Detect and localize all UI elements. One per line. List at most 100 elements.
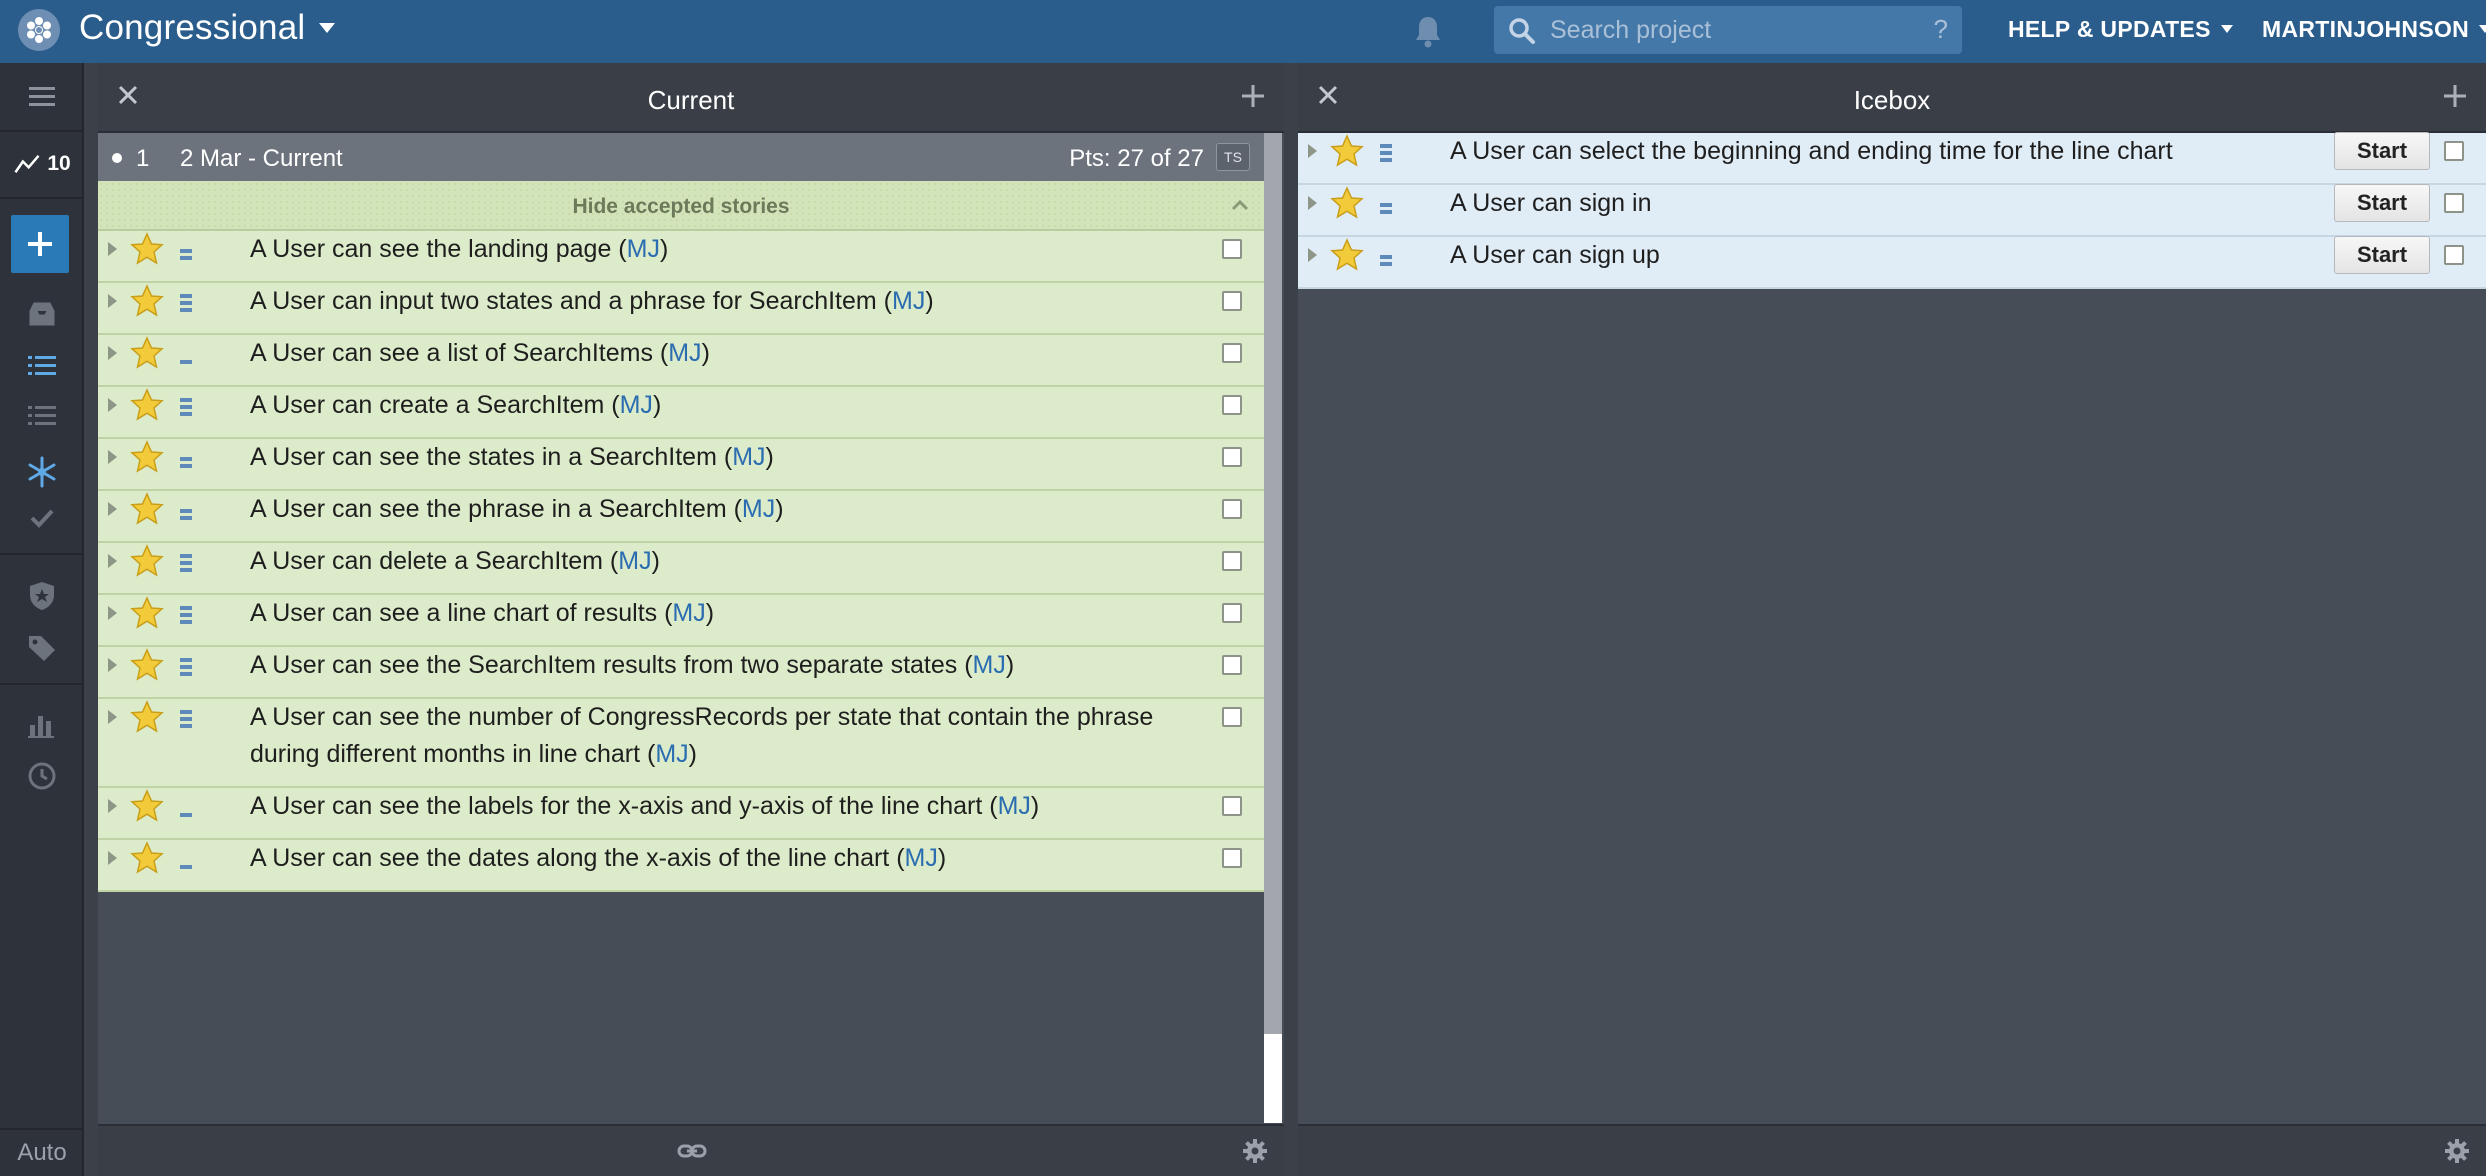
story-owner-initials[interactable]: MJ xyxy=(627,235,660,263)
team-strength-button[interactable]: TS xyxy=(1216,143,1250,171)
history-icon[interactable] xyxy=(0,749,84,803)
story-row[interactable]: A User can see the SearchItem results fr… xyxy=(98,647,1264,699)
start-button[interactable]: Start xyxy=(2334,132,2430,170)
story-row[interactable]: A User can see the number of CongressRec… xyxy=(98,699,1264,788)
link-icon[interactable] xyxy=(677,1140,707,1162)
bell-icon[interactable] xyxy=(1412,14,1444,50)
epics-icon[interactable] xyxy=(0,569,84,623)
story-owner-initials[interactable]: MJ xyxy=(668,339,701,367)
select-checkbox[interactable] xyxy=(2444,245,2464,265)
scrollbar-thumb[interactable] xyxy=(1264,133,1282,1034)
select-checkbox[interactable] xyxy=(1222,603,1242,623)
select-checkbox[interactable] xyxy=(1222,655,1242,675)
backlog-icon[interactable] xyxy=(0,389,84,443)
story-row[interactable]: A User can see a list of SearchItems (MJ… xyxy=(98,335,1264,387)
done-icon[interactable] xyxy=(0,491,84,545)
select-checkbox[interactable] xyxy=(1222,239,1242,259)
current-panel: Current 1 2 Mar - Current Pts: 27 of 27 … xyxy=(98,63,1284,1176)
expand-arrow-icon[interactable] xyxy=(108,398,117,412)
select-checkbox[interactable] xyxy=(1222,447,1242,467)
iteration-header[interactable]: 1 2 Mar - Current Pts: 27 of 27 TS xyxy=(98,133,1264,181)
story-row[interactable]: A User can sign up Start xyxy=(1298,236,2486,289)
my-work-icon[interactable] xyxy=(0,287,84,341)
story-title: A User can select the beginning and endi… xyxy=(1450,133,2306,170)
add-story-button[interactable] xyxy=(11,215,69,273)
expand-arrow-icon[interactable] xyxy=(108,294,117,308)
story-owner-initials[interactable]: MJ xyxy=(742,495,775,523)
expand-arrow-icon[interactable] xyxy=(108,799,117,813)
select-checkbox[interactable] xyxy=(1222,291,1242,311)
panel-title: Current xyxy=(647,85,735,115)
search-help-icon[interactable]: ? xyxy=(1934,14,1948,45)
select-checkbox[interactable] xyxy=(1222,499,1242,519)
story-row[interactable]: A User can see the phrase in a SearchIte… xyxy=(98,491,1264,543)
story-owner-initials[interactable]: MJ xyxy=(655,740,688,768)
expand-arrow-icon[interactable] xyxy=(108,658,117,672)
expand-arrow-icon[interactable] xyxy=(108,242,117,256)
select-checkbox[interactable] xyxy=(1222,707,1242,727)
story-title-suffix: ) xyxy=(765,443,774,471)
story-owner-initials[interactable]: MJ xyxy=(618,547,651,575)
help-updates-menu[interactable]: HELP & UPDATES xyxy=(2008,16,2233,43)
gear-icon[interactable] xyxy=(2444,1138,2470,1164)
story-owner-initials[interactable]: MJ xyxy=(998,792,1031,820)
expand-arrow-icon[interactable] xyxy=(108,450,117,464)
labels-icon[interactable] xyxy=(0,621,84,675)
user-menu[interactable]: MARTINJOHNSON xyxy=(2262,16,2486,43)
select-checkbox[interactable] xyxy=(2444,141,2464,161)
expand-arrow-icon[interactable] xyxy=(1308,196,1317,210)
story-owner-initials[interactable]: MJ xyxy=(905,844,938,872)
feature-star-icon xyxy=(1330,238,1364,272)
expand-arrow-icon[interactable] xyxy=(1308,248,1317,262)
feature-star-icon xyxy=(130,284,164,318)
auto-mode-toggle[interactable]: Auto xyxy=(0,1128,84,1176)
story-row[interactable]: A User can sign in Start xyxy=(1298,184,2486,237)
story-row[interactable]: A User can input two states and a phrase… xyxy=(98,283,1264,335)
story-owner-initials[interactable]: MJ xyxy=(973,651,1006,679)
select-checkbox[interactable] xyxy=(1222,343,1242,363)
expand-arrow-icon[interactable] xyxy=(108,851,117,865)
current-backlog-icon[interactable] xyxy=(0,339,84,393)
story-row[interactable]: A User can delete a SearchItem (MJ) xyxy=(98,543,1264,595)
start-button[interactable]: Start xyxy=(2334,236,2430,274)
story-title-suffix: ) xyxy=(775,495,784,523)
story-row[interactable]: A User can select the beginning and endi… xyxy=(1298,132,2486,185)
reports-icon[interactable] xyxy=(0,697,84,751)
story-owner-initials[interactable]: MJ xyxy=(892,287,925,315)
story-owner-initials[interactable]: MJ xyxy=(620,391,653,419)
expand-arrow-icon[interactable] xyxy=(108,346,117,360)
expand-arrow-icon[interactable] xyxy=(108,606,117,620)
menu-icon[interactable] xyxy=(0,70,84,124)
story-row[interactable]: A User can see the labels for the x-axis… xyxy=(98,788,1264,840)
tracker-logo-icon[interactable] xyxy=(18,9,60,51)
story-row[interactable]: A User can see a line chart of results (… xyxy=(98,595,1264,647)
expand-arrow-icon[interactable] xyxy=(108,502,117,516)
story-title-text: A User can see the dates along the x-axi… xyxy=(250,844,905,872)
select-checkbox[interactable] xyxy=(1222,796,1242,816)
select-checkbox[interactable] xyxy=(1222,395,1242,415)
story-row[interactable]: A User can see the landing page (MJ) xyxy=(98,231,1264,283)
expand-arrow-icon[interactable] xyxy=(108,554,117,568)
gear-icon[interactable] xyxy=(1242,1138,1268,1164)
story-owner-initials[interactable]: MJ xyxy=(672,599,705,627)
select-checkbox[interactable] xyxy=(1222,551,1242,571)
velocity-indicator[interactable]: 10 xyxy=(0,137,84,191)
story-row[interactable]: A User can see the dates along the x-axi… xyxy=(98,840,1264,892)
add-story-icon[interactable] xyxy=(1240,83,1266,109)
start-button[interactable]: Start xyxy=(2334,184,2430,222)
add-story-icon[interactable] xyxy=(2442,83,2468,109)
search-input[interactable] xyxy=(1550,12,1910,48)
story-owner-initials[interactable]: MJ xyxy=(732,443,765,471)
search-icon xyxy=(1509,18,1535,44)
estimate-icon xyxy=(1380,200,1392,214)
project-switcher[interactable]: Congressional xyxy=(79,8,336,48)
story-row[interactable]: A User can see the states in a SearchIte… xyxy=(98,439,1264,491)
help-updates-label: HELP & UPDATES xyxy=(2008,16,2211,42)
hide-accepted-toggle[interactable]: Hide accepted stories xyxy=(98,181,1264,231)
expand-arrow-icon[interactable] xyxy=(108,710,117,724)
story-row[interactable]: A User can create a SearchItem (MJ) xyxy=(98,387,1264,439)
estimate-icon xyxy=(180,551,192,572)
expand-arrow-icon[interactable] xyxy=(1308,144,1317,158)
select-checkbox[interactable] xyxy=(1222,848,1242,868)
select-checkbox[interactable] xyxy=(2444,193,2464,213)
